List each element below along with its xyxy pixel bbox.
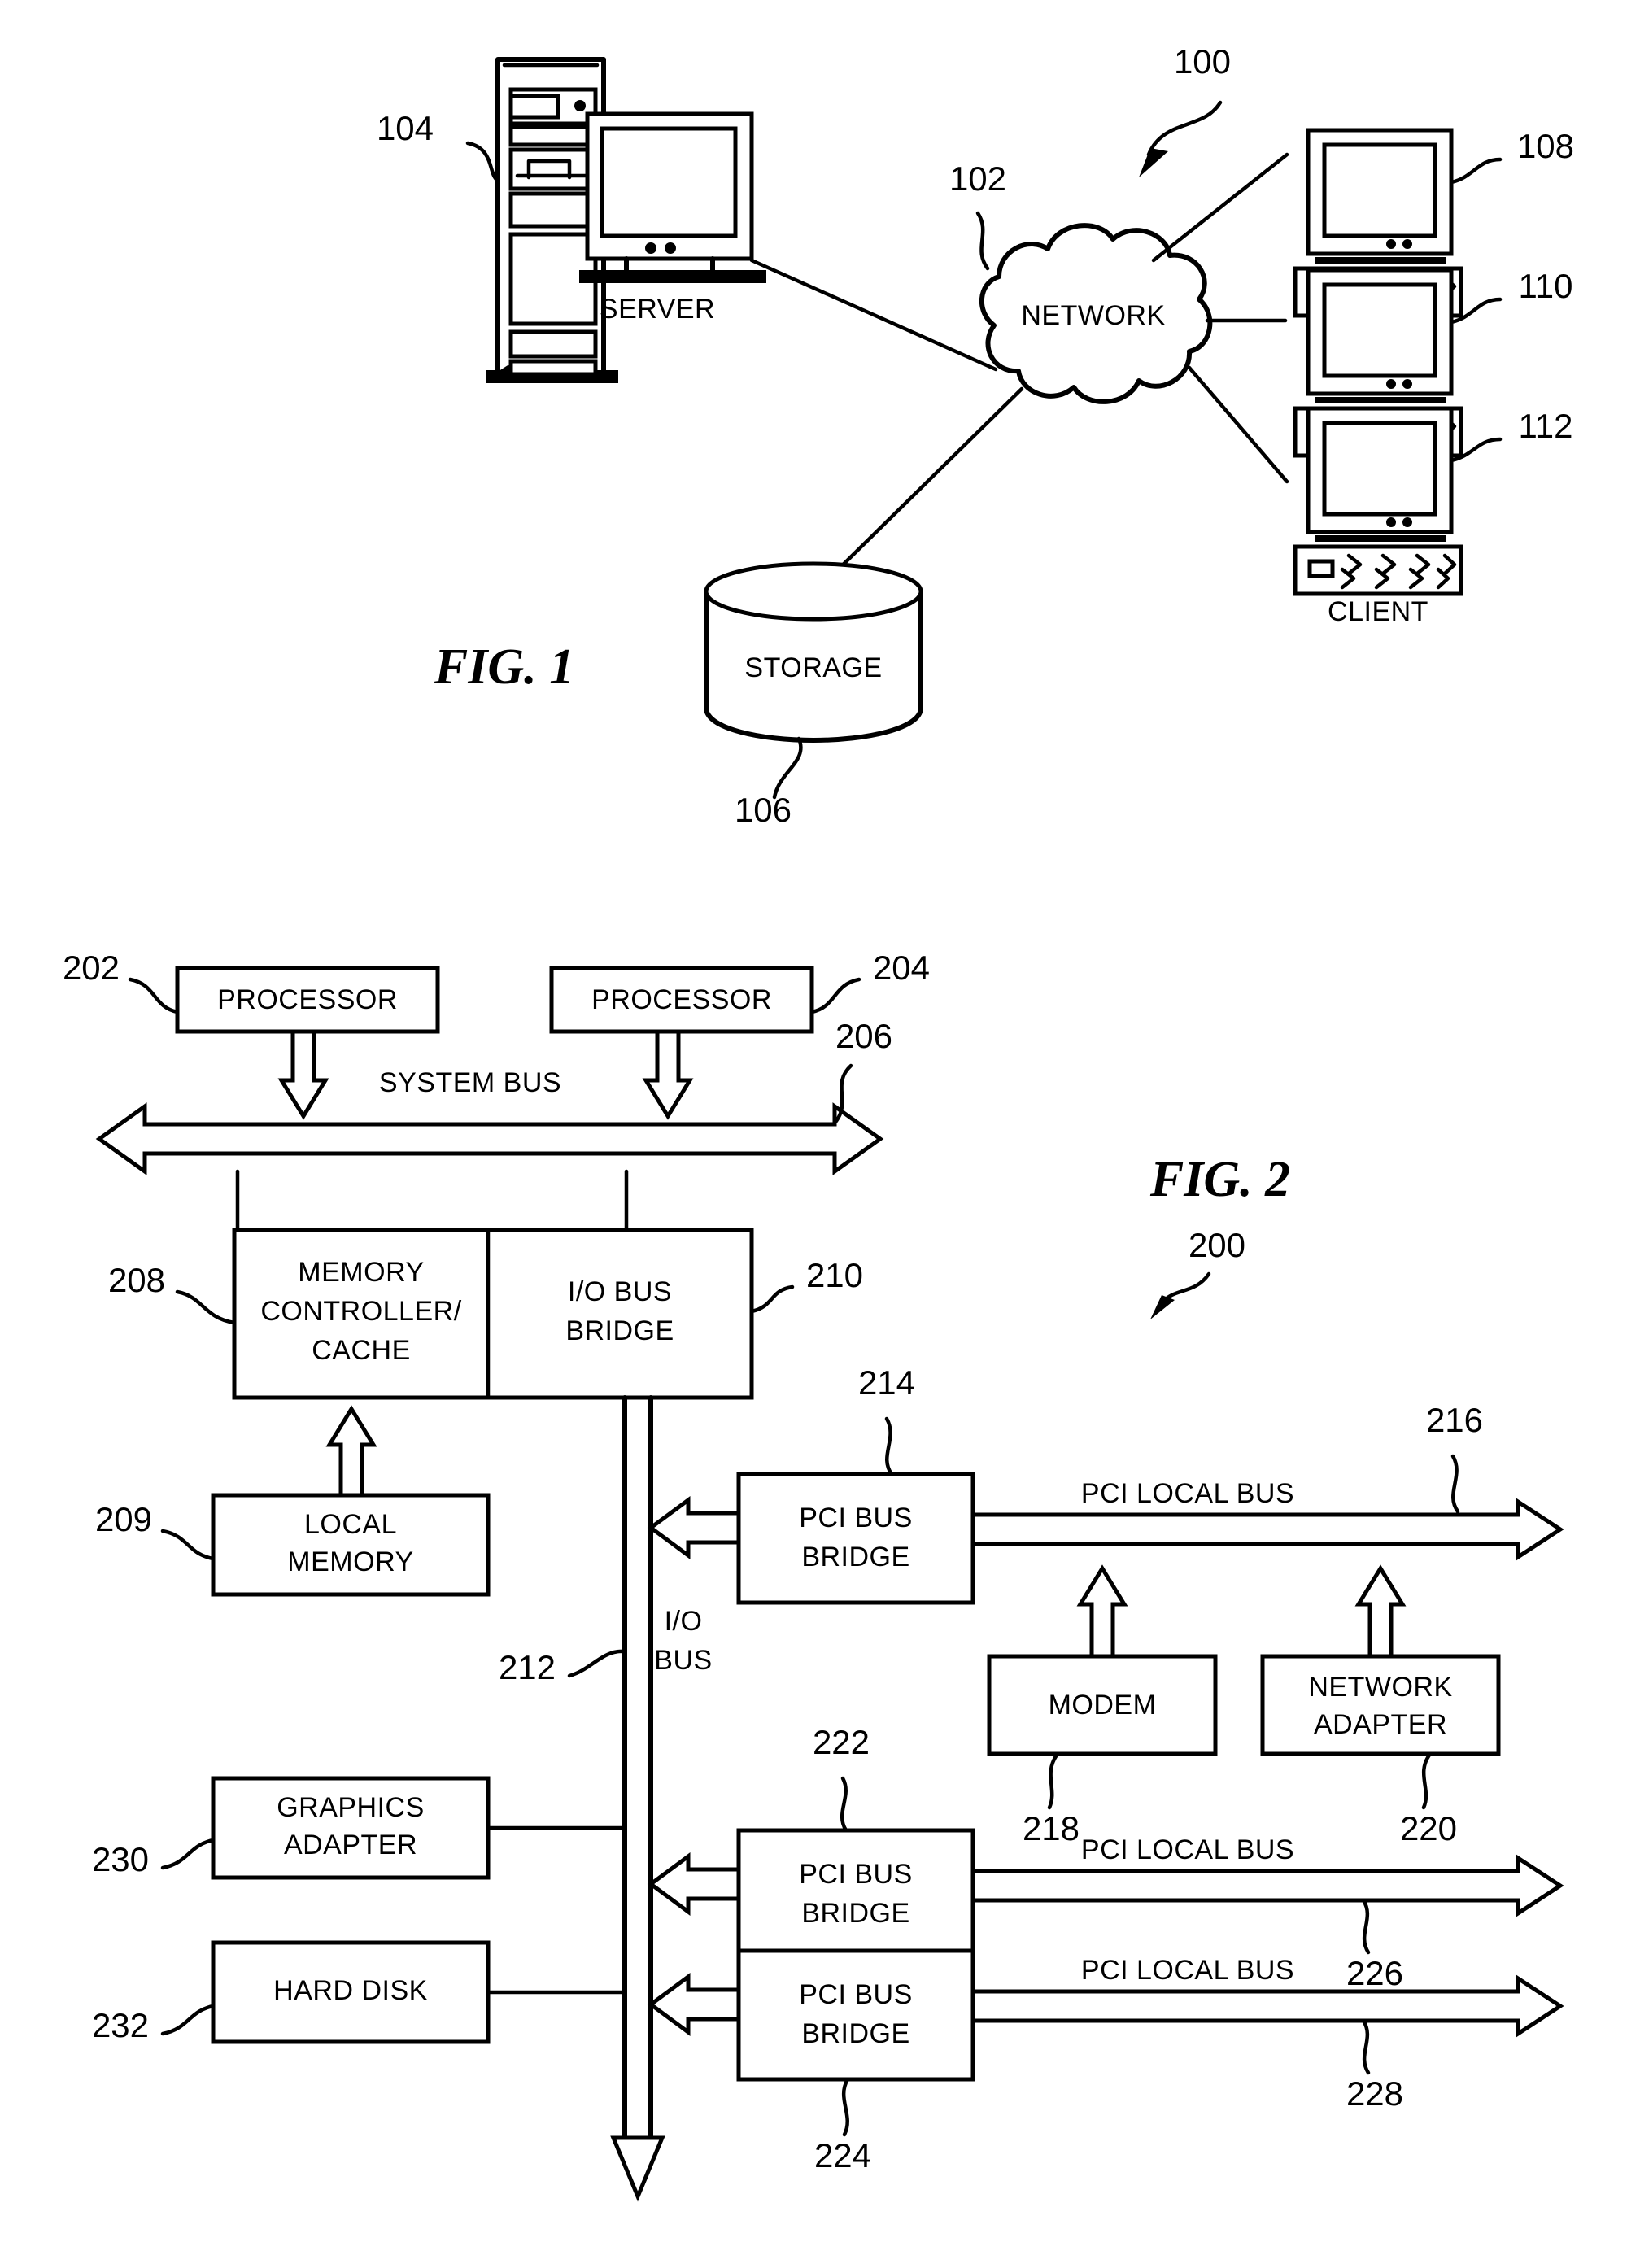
ref-220: 220 [1400, 1809, 1457, 1847]
network-adapter-line2: ADAPTER [1314, 1709, 1447, 1740]
pci-bridge-1-box [736, 1472, 975, 1605]
local-memory-line2: MEMORY [287, 1546, 413, 1577]
memory-controller-line3: CACHE [312, 1335, 411, 1366]
ref-214: 214 [858, 1363, 915, 1402]
pci-local-bus-2-label: PCI LOCAL BUS [1081, 1834, 1294, 1865]
ref-108: 108 [1517, 127, 1574, 165]
pci-bridge-3-box [736, 1948, 975, 2082]
pci-bridge-1-line1: PCI BUS [799, 1503, 913, 1533]
io-bus-line1: I/O [665, 1606, 703, 1637]
figure-1-caption: FIG. 1 [434, 639, 574, 695]
ref-222: 222 [813, 1723, 870, 1761]
processor-2-label: PROCESSOR [591, 984, 772, 1015]
hard-disk-label: HARD DISK [273, 1975, 428, 2006]
ref-232: 232 [92, 2006, 149, 2044]
ref-104: 104 [377, 109, 434, 147]
processor-1-label: PROCESSOR [217, 984, 398, 1015]
ref-202: 202 [63, 949, 120, 987]
ref-206: 206 [835, 1017, 892, 1055]
pci-local-bus-3-label: PCI LOCAL BUS [1081, 1955, 1294, 1986]
ref-226: 226 [1346, 1954, 1403, 1992]
server-label: SERVER [600, 294, 715, 325]
figure-2-caption: FIG. 2 [1149, 1152, 1290, 1207]
graphics-adapter-line2: ADAPTER [284, 1830, 417, 1860]
ref-112: 112 [1519, 407, 1573, 445]
ref-204: 204 [873, 949, 930, 987]
network-adapter-line1: NETWORK [1308, 1672, 1452, 1703]
pci-bridge-2-line2: BRIDGE [801, 1898, 909, 1929]
modem-label: MODEM [1049, 1690, 1157, 1721]
ref-210: 210 [806, 1256, 863, 1294]
pci-bridge-3-line1: PCI BUS [799, 1979, 913, 2010]
pci-bridge-2-line1: PCI BUS [799, 1859, 913, 1890]
ref-100: 100 [1174, 42, 1231, 81]
ref-216: 216 [1426, 1401, 1483, 1439]
graphics-adapter-line1: GRAPHICS [277, 1792, 425, 1823]
storage-label: STORAGE [744, 652, 882, 683]
ref-228: 228 [1346, 2074, 1403, 2113]
ref-200: 200 [1189, 1226, 1245, 1264]
network-label: NETWORK [1021, 300, 1165, 331]
ref-208: 208 [108, 1261, 165, 1299]
drawing-canvas: .ln{stroke:#000;fill:none;stroke-linecap… [0, 0, 1640, 2268]
ref-230: 230 [92, 1840, 149, 1878]
io-bus-bridge-line2: BRIDGE [565, 1315, 674, 1346]
system-bus-label: SYSTEM BUS [379, 1067, 561, 1098]
ref-212: 212 [499, 1648, 556, 1686]
pci-bridge-3-line2: BRIDGE [801, 2018, 909, 2049]
client-label-112: CLIENT [1328, 596, 1428, 627]
ref-209: 209 [95, 1500, 152, 1538]
pci-bridge-1-line2: BRIDGE [801, 1542, 909, 1572]
ref-102: 102 [949, 159, 1006, 198]
pci-local-bus-1-label: PCI LOCAL BUS [1081, 1478, 1294, 1509]
ref-106: 106 [735, 791, 792, 829]
io-bus-line2: BUS [654, 1645, 712, 1676]
client-icon-112 [1293, 406, 1463, 596]
ref-224: 224 [814, 2136, 871, 2174]
ref-110: 110 [1519, 267, 1573, 305]
local-memory-line1: LOCAL [304, 1509, 397, 1540]
ref-218: 218 [1023, 1809, 1080, 1847]
io-bus-bridge-line1: I/O BUS [568, 1276, 672, 1307]
memory-controller-line1: MEMORY [298, 1257, 424, 1288]
memory-controller-line2: CONTROLLER/ [260, 1296, 461, 1327]
patent-drawing-sheet: .ln{stroke:#000;fill:none;stroke-linecap… [0, 0, 1640, 2268]
pci-bridge-2-box [736, 1828, 975, 1961]
